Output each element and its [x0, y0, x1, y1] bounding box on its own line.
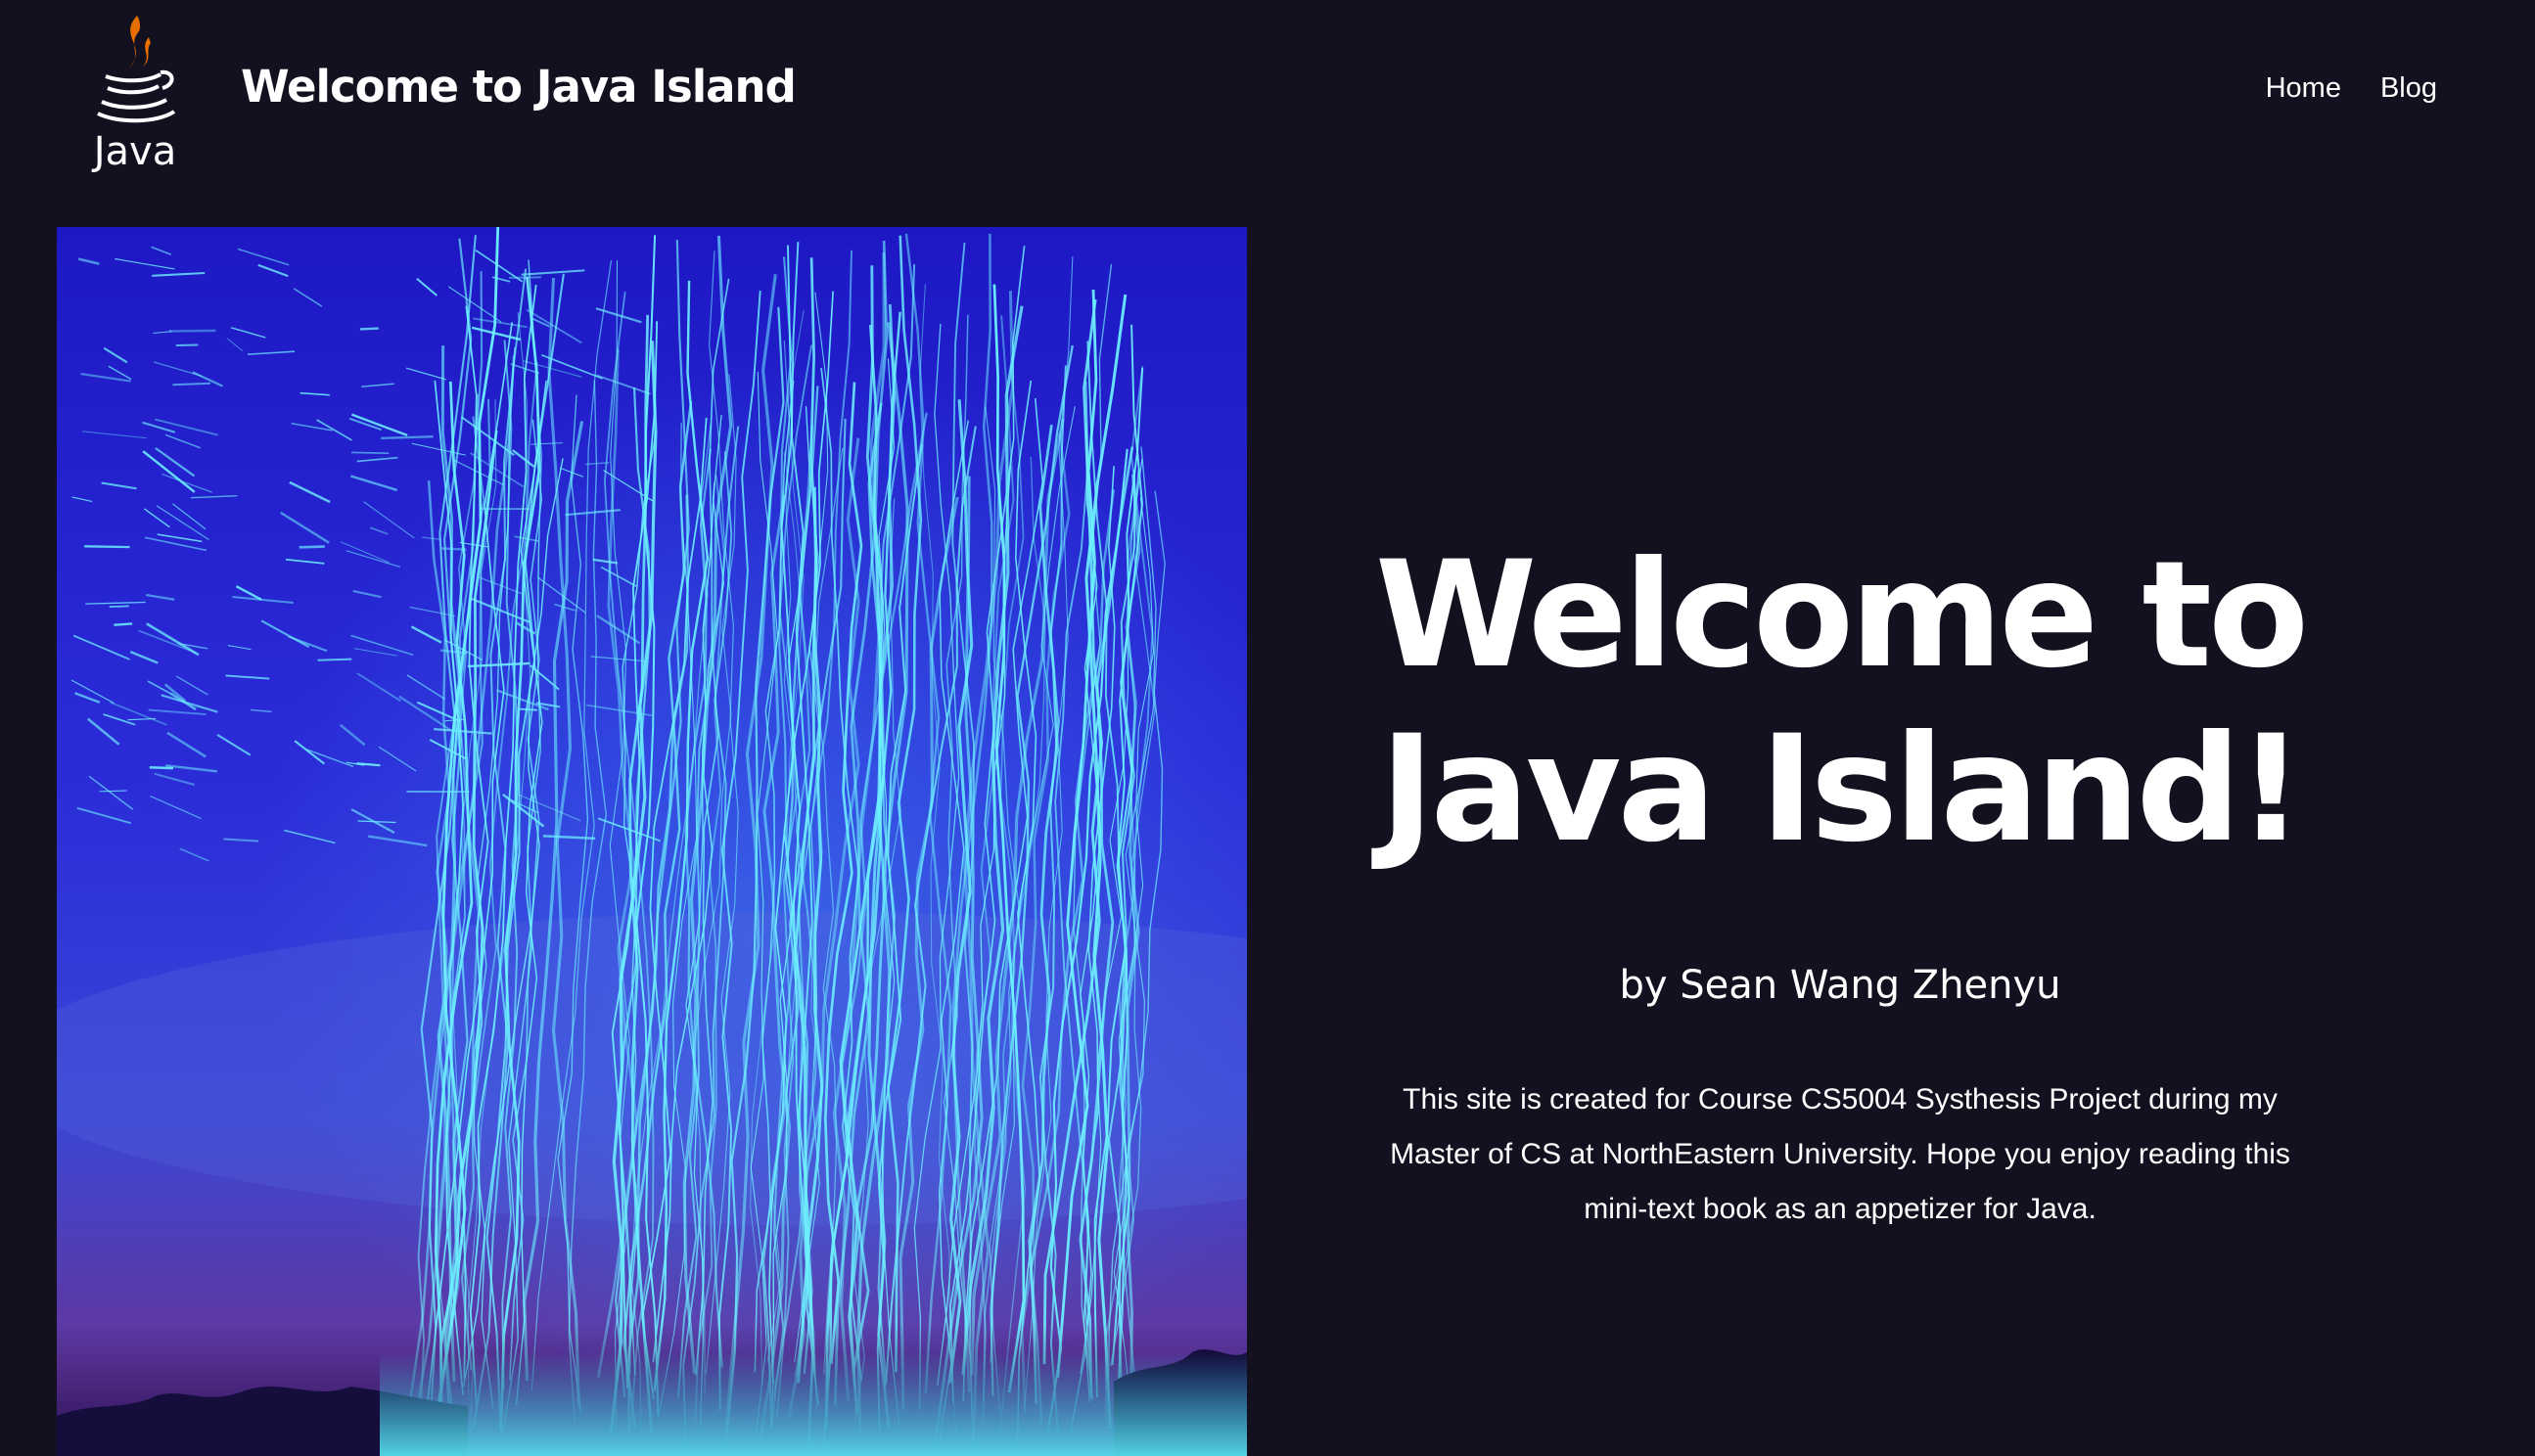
main-nav: Home Blog	[2266, 72, 2437, 105]
image-light-pool	[380, 1352, 1247, 1456]
light-streak	[440, 547, 467, 551]
light-streak	[109, 605, 129, 608]
light-streak	[168, 329, 216, 333]
light-streak	[175, 343, 199, 347]
hero-heading-line-2: Java Island!	[1379, 705, 2305, 875]
site-description: This site is created for Course CS5004 S…	[1390, 1083, 2290, 1225]
light-streak	[299, 545, 325, 549]
nav-home-link[interactable]: Home	[2266, 72, 2341, 105]
logo-text: Java	[91, 129, 177, 172]
light-streak	[518, 707, 538, 711]
author-byline: by Sean Wang Zhenyu	[1619, 963, 2061, 1008]
light-streak	[359, 327, 379, 331]
site-title[interactable]: Welcome to Java Island	[241, 61, 797, 113]
hero-heading-line-1: Welcome to	[1374, 530, 2309, 701]
light-streak	[350, 451, 390, 455]
java-logo-icon[interactable]: Java	[88, 12, 182, 172]
light-streak	[84, 545, 130, 549]
light-streak	[149, 766, 174, 770]
light-streak	[172, 382, 211, 387]
hero-section: Welcome to Java Island! by Sean Wang Zhe…	[1351, 528, 2329, 1237]
nav-blog-link[interactable]: Blog	[2380, 72, 2437, 105]
hero-heading: Welcome to Java Island!	[1351, 528, 2329, 877]
light-streak	[114, 622, 133, 626]
light-streak	[509, 276, 542, 279]
site-header: Java Welcome to Java Island Home Blog	[0, 0, 2535, 186]
hero-image	[57, 227, 1247, 1456]
